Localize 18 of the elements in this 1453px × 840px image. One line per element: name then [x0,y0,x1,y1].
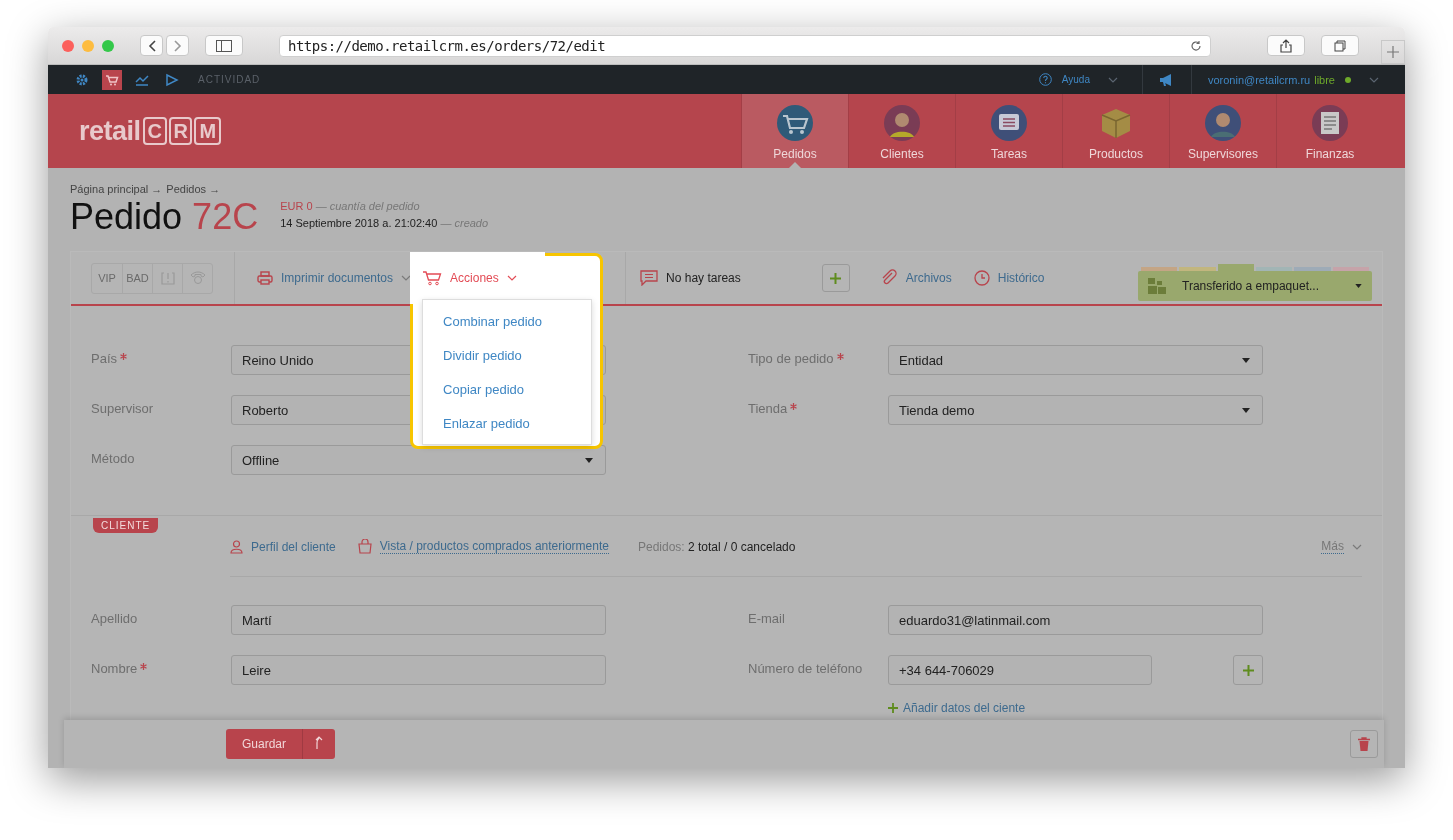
field-label: País [91,345,231,366]
field-label: Supervisor [91,400,155,416]
amount-note: — cuantía del pedido [315,200,420,212]
field-label: Tipo de pedido [748,345,888,366]
created-note: — creado [440,217,489,229]
created-date: 14 Septiembre 2018 a. 21:02:40 [280,217,438,229]
section-badge: CLIENTE [93,518,159,533]
orders-count: 2 total / 0 cancelado [688,539,796,554]
field-label: Método [91,450,136,466]
field-label: Número de teléfono [748,660,864,676]
orders-label: Pedidos: [637,539,685,554]
order-amount: EUR 0 [280,200,313,212]
field-label: E-mail [748,610,786,626]
page-title: Pedido 72C [70,197,259,237]
field-label: Apellido [91,610,139,626]
plan-label: libre [1314,73,1335,86]
field-label: Nombre [91,655,231,676]
field-label: Tienda [748,395,888,416]
